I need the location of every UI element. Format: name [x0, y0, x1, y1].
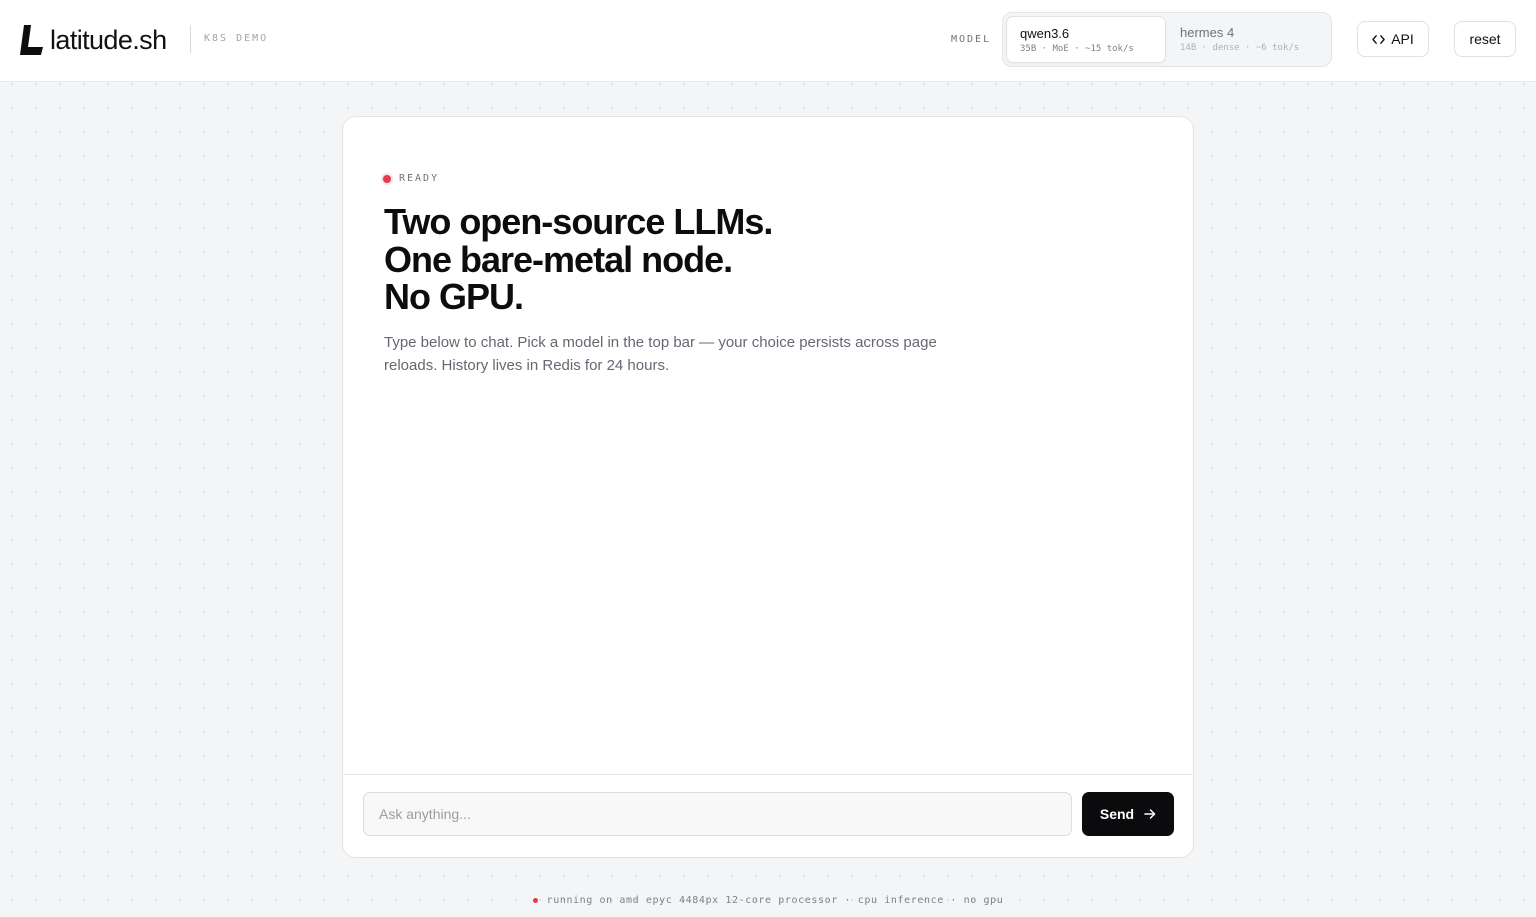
hero-headline: Two open-source LLMs. One bare-metal nod…	[384, 201, 773, 317]
top-bar: latitude.sh K8S DEMO MODEL qwen3.6 35B ·…	[0, 0, 1536, 82]
latitude-logo-icon	[20, 25, 43, 55]
footer-text: running on amd epyc 4484px 12-core proce…	[546, 895, 1004, 906]
api-button[interactable]: API	[1357, 21, 1429, 57]
model-option-meta: 35B · MoE · ~15 tok/s	[1020, 44, 1134, 54]
send-button-label: Send	[1099, 806, 1135, 822]
system-footer: running on amd epyc 4484px 12-core proce…	[0, 895, 1536, 906]
api-button-label: API	[1391, 31, 1414, 47]
status-dot-icon	[383, 174, 391, 183]
chat-input[interactable]	[363, 792, 1072, 836]
reset-button[interactable]: reset	[1454, 21, 1516, 57]
status-dot-icon	[532, 898, 538, 903]
brand-name: latitude.sh	[50, 24, 167, 55]
status-indicator: READY	[383, 173, 439, 184]
model-option-hermes[interactable]: hermes 4 14B · dense · ~6 tok/s	[1167, 16, 1327, 63]
headline-line: One bare-metal node.	[384, 238, 733, 280]
model-option-qwen[interactable]: qwen3.6 35B · MoE · ~15 tok/s	[1006, 16, 1166, 63]
model-option-name: hermes 4	[1180, 25, 1235, 40]
send-button[interactable]: Send	[1082, 792, 1174, 836]
model-option-meta: 14B · dense · ~6 tok/s	[1180, 43, 1300, 53]
code-icon	[1372, 34, 1385, 44]
headline-line: Two open-source LLMs.	[384, 201, 773, 242]
chat-card: READY Two open-source LLMs. One bare-met…	[342, 116, 1194, 858]
headline-line: No GPU.	[384, 276, 524, 317]
hero-description: Type below to chat. Pick a model in the …	[384, 334, 937, 374]
model-label: MODEL	[951, 34, 992, 45]
message-composer: Send	[343, 774, 1193, 857]
brand-logo[interactable]: latitude.sh	[20, 24, 167, 56]
demo-tag: K8S DEMO	[204, 33, 269, 44]
brand-divider	[190, 25, 191, 53]
status-text: READY	[399, 173, 440, 184]
model-selector: qwen3.6 35B · MoE · ~15 tok/s hermes 4 1…	[1002, 12, 1332, 67]
model-option-name: qwen3.6	[1020, 26, 1070, 41]
reset-button-label: reset	[1469, 31, 1501, 47]
arrow-right-icon	[1144, 809, 1156, 819]
